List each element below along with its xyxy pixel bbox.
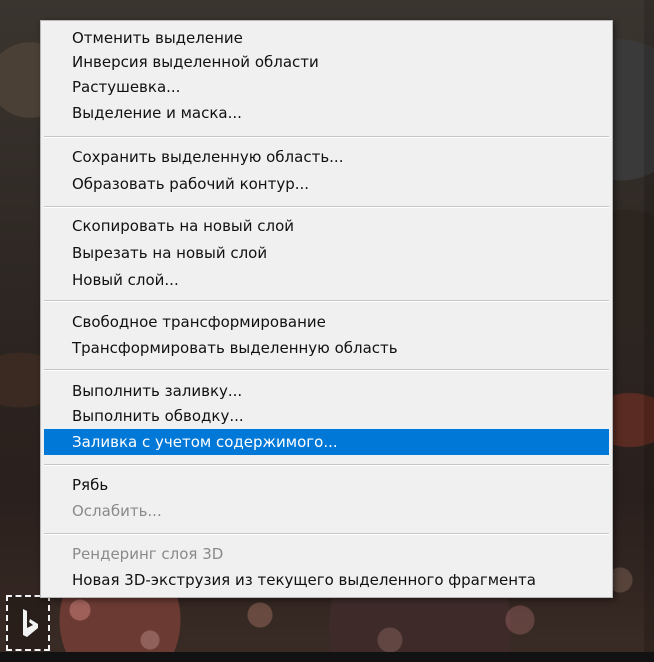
menu-item-render-3d-layer: Рендеринг слоя 3D xyxy=(72,545,224,563)
menu-item-free-transform[interactable]: Свободное трансформирование xyxy=(44,309,609,335)
menu-item-feather[interactable]: Растушевка... xyxy=(44,74,609,100)
menu-item-stroke[interactable]: Выполнить обводку... xyxy=(44,403,609,429)
context-menu: Отменить выделение Инверсия выделенной о… xyxy=(40,20,613,598)
menu-separator xyxy=(44,300,609,302)
menu-item-content-aware-fill[interactable]: Заливка с учетом содержимого... xyxy=(44,429,609,455)
menu-separator xyxy=(44,533,609,535)
menu-separator xyxy=(44,206,609,208)
menu-item-make-work-path[interactable]: Образовать рабочий контур... xyxy=(44,171,609,197)
menu-item-fill[interactable]: Выполнить заливку... xyxy=(44,378,609,404)
menu-item-deselect[interactable]: Отменить выделение xyxy=(44,25,609,51)
canvas-right-edge xyxy=(644,0,654,662)
menu-item-select-and-mask[interactable]: Выделение и маска... xyxy=(44,100,609,126)
menu-item-transform-selection[interactable]: Трансформировать выделенную область xyxy=(44,335,609,361)
menu-item-cut-to-new-layer[interactable]: Вырезать на новый слой xyxy=(44,240,609,266)
menu-separator xyxy=(44,369,609,371)
menu-item-new-3d-extrusion[interactable]: Новая 3D-экструзия из текущего выделенно… xyxy=(44,567,609,593)
b-icon xyxy=(23,609,38,637)
selection-icon[interactable] xyxy=(6,595,50,651)
canvas-bottom-edge xyxy=(0,652,654,662)
menu-item-new-layer[interactable]: Новый слой... xyxy=(44,267,609,293)
menu-item-ripple[interactable]: Рябь xyxy=(44,472,609,498)
menu-item-inverse-selection[interactable]: Инверсия выделенной области xyxy=(44,49,609,75)
menu-separator xyxy=(44,136,609,138)
menu-item-save-selection[interactable]: Сохранить выделенную область... xyxy=(44,144,609,170)
menu-separator xyxy=(44,464,609,466)
menu-item-fade: Ослабить... xyxy=(72,502,162,520)
menu-item-copy-to-new-layer[interactable]: Скопировать на новый слой xyxy=(44,213,609,239)
